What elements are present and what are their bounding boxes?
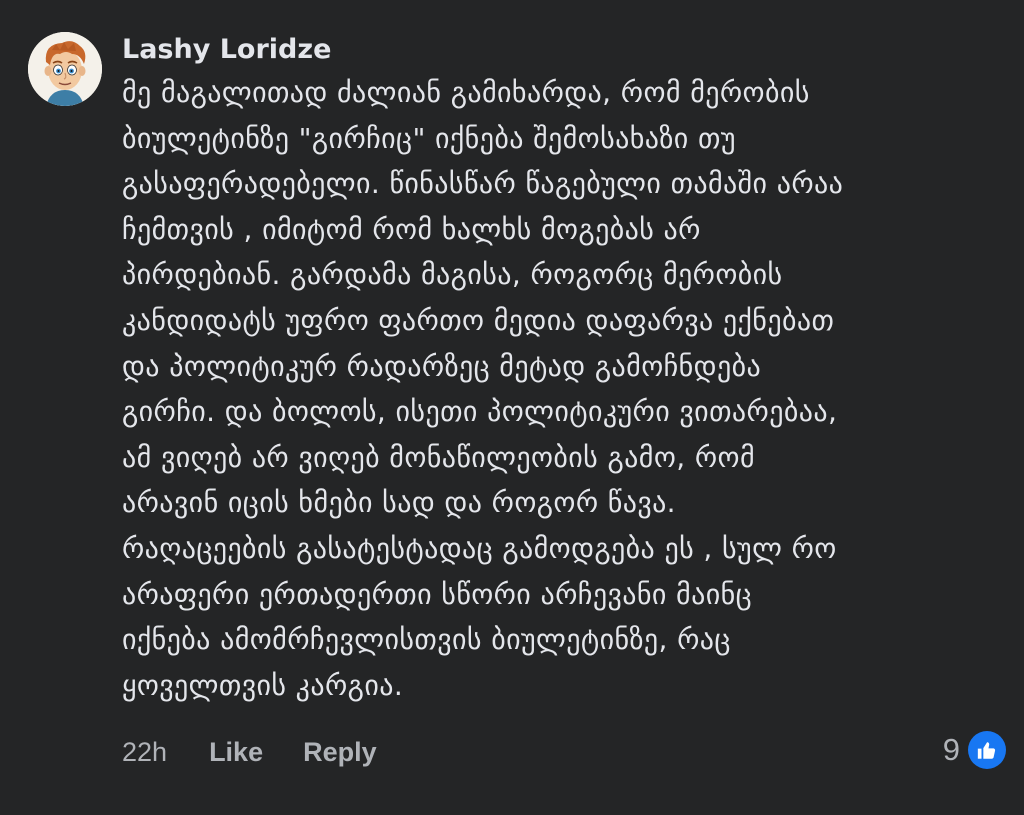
comment-line: კანდიდატს უფრო ფართო მედია დაფარვა ექნებ… bbox=[122, 303, 835, 337]
reply-button[interactable]: Reply bbox=[303, 737, 377, 768]
comment-actions: 22h Like Reply bbox=[122, 730, 417, 774]
comment-line: ბიულეტინზე "გირჩიც" იქნება შემოსახაზი თუ bbox=[122, 121, 736, 155]
comment-line: და პოლიტიკურ რადარზეც მეტად გამოჩნდება bbox=[122, 349, 762, 383]
reactions-summary[interactable]: 9 bbox=[943, 730, 1006, 770]
timestamp[interactable]: 22h bbox=[122, 737, 167, 768]
comment-body: მე მაგალითად ძალიან გამიხარდა, რომ მერობ… bbox=[122, 70, 1012, 708]
comment-line: გასაფერადებელი. წინასწარ წაგებული თამაში… bbox=[122, 167, 844, 201]
comment-line: რაღაცეების გასატესტადაც გამოდგება ეს , ს… bbox=[122, 531, 837, 565]
comment-line: იქნება ამომრჩევლისთვის ბიულეტინზე, რაც bbox=[122, 623, 731, 657]
comment-line: ჩემთვის , იმიტომ რომ ხალხს მოგებას არ bbox=[122, 212, 701, 246]
avatar-illustration bbox=[28, 32, 102, 106]
comment-line: ყოველთვის კარგია. bbox=[122, 668, 404, 702]
comment: Lashy Loridze მე მაგალითად ძალიან გამიხა… bbox=[0, 0, 1024, 815]
like-button[interactable]: Like bbox=[209, 737, 263, 768]
comment-line: ამ ვიღებ არ ვიღებ მონაწილეობის გამო, რომ bbox=[122, 440, 755, 474]
comment-line: მე მაგალითად ძალიან გამიხარდა, რომ მერობ… bbox=[122, 76, 810, 109]
avatar[interactable] bbox=[28, 32, 102, 106]
thumbs-up-icon bbox=[968, 731, 1006, 769]
reaction-count: 9 bbox=[942, 732, 960, 767]
comment-line: პირდებიან. გარდამა მაგისა, როგორც მერობი… bbox=[122, 258, 783, 292]
author-name[interactable]: Lashy Loridze bbox=[122, 30, 331, 70]
comment-line: არაფერი ერთადერთი სწორი არჩევანი მაინც bbox=[122, 577, 753, 611]
comment-line: გირჩი. და ბოლოს, ისეთი პოლიტიკური ვითარე… bbox=[122, 395, 838, 429]
comment-line: არავინ იცის ხმები სად და როგორ წავა. bbox=[122, 486, 676, 520]
